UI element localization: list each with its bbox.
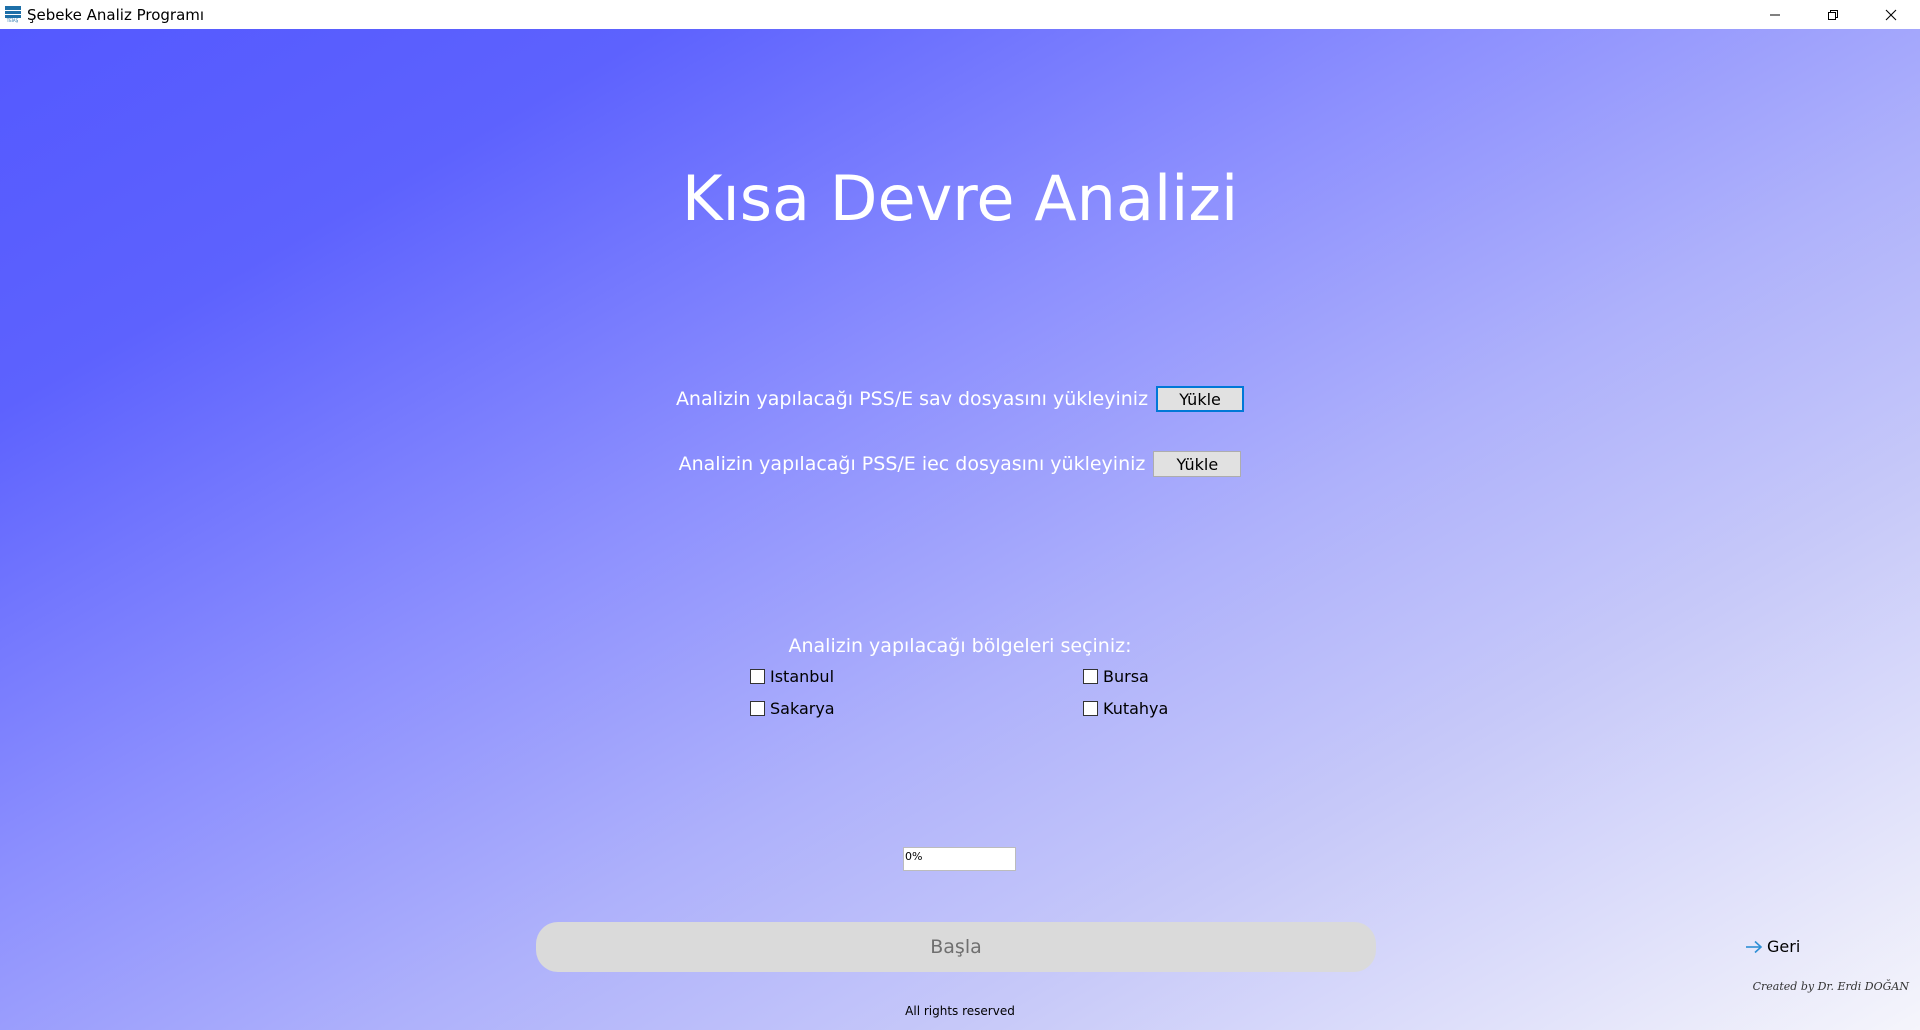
checkbox-label: Kutahya — [1103, 699, 1169, 718]
close-icon — [1885, 9, 1897, 20]
teias-logo-icon: TEİAŞ — [4, 6, 21, 24]
region-checkbox-bursa[interactable]: Bursa — [1083, 667, 1149, 686]
region-checkbox-kutahya[interactable]: Kutahya — [1083, 699, 1168, 718]
iec-upload-row: Analizin yapılacağı PSS/E iec dosyasını … — [0, 451, 1920, 477]
footer-text: All rights reserved — [905, 1004, 1015, 1018]
checkbox-label: Istanbul — [770, 667, 835, 686]
progress-text: 0% — [905, 850, 923, 863]
region-checkbox-istanbul[interactable]: Istanbul — [750, 667, 834, 686]
main-panel: Kısa Devre Analizi Analizin yapılacağı P… — [0, 29, 1920, 1030]
checkbox-label: Bursa — [1103, 667, 1149, 686]
author-credit: Created by Dr. Erdi DOĞAN — [1752, 980, 1909, 993]
iec-upload-label: Analizin yapılacağı PSS/E iec dosyasını … — [678, 453, 1146, 475]
sav-upload-button[interactable]: Yükle — [1156, 386, 1245, 412]
checkbox-label: Sakarya — [770, 699, 835, 718]
app-window: TEİAŞ Şebeke Analiz Programı Kısa Devre … — [0, 0, 1920, 1030]
arrow-right-icon — [1746, 940, 1763, 953]
iec-upload-button[interactable]: Yükle — [1153, 451, 1242, 477]
checkbox-box[interactable] — [1083, 669, 1098, 684]
start-button[interactable]: Başla — [536, 922, 1376, 972]
sav-upload-row: Analizin yapılacağı PSS/E sav dosyasını … — [0, 386, 1920, 412]
title-bar: TEİAŞ Şebeke Analiz Programı — [0, 0, 1920, 29]
checkbox-box[interactable] — [750, 701, 765, 716]
checkbox-box[interactable] — [1083, 701, 1098, 716]
restore-button[interactable] — [1804, 0, 1862, 29]
close-button[interactable] — [1862, 0, 1920, 29]
progress-bar: 0% — [903, 847, 1016, 871]
window-title: Şebeke Analiz Programı — [27, 5, 205, 24]
back-link-label: Geri — [1767, 937, 1801, 956]
restore-icon — [1828, 9, 1838, 20]
window-controls — [1746, 0, 1920, 29]
sav-upload-label: Analizin yapılacağı PSS/E sav dosyasını … — [675, 388, 1149, 410]
minimize-icon — [1770, 14, 1780, 15]
back-link[interactable]: Geri — [1745, 937, 1800, 956]
region-checkbox-sakarya[interactable]: Sakarya — [750, 699, 835, 718]
minimize-button[interactable] — [1746, 0, 1804, 29]
regions-title: Analizin yapılacağı bölgeleri seçiniz: — [788, 635, 1132, 657]
checkbox-box[interactable] — [750, 669, 765, 684]
page-title: Kısa Devre Analizi — [681, 162, 1239, 235]
